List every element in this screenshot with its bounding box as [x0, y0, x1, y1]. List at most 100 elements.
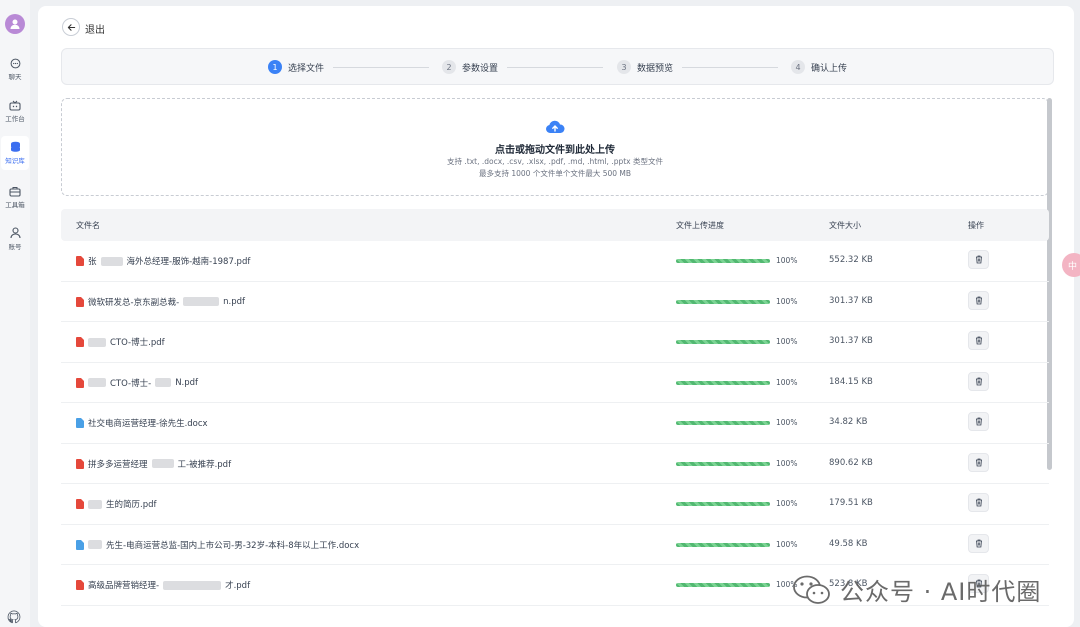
docx-file-icon [76, 418, 84, 428]
sidebar-item-chat[interactable]: 聊天 [0, 52, 30, 86]
trash-icon [975, 417, 982, 426]
file-name-part: 微软研发总-京东副总裁- [88, 297, 180, 308]
progress-bar [676, 380, 770, 385]
arrow-left-icon [67, 23, 75, 31]
step-connector [507, 67, 603, 68]
sidebar-item-account[interactable]: 账号 [0, 222, 30, 256]
main-panel: 退出 1 选择文件 2 参数设置 3 数据预览 4 确认上传 点击或拖动文件到此… [38, 6, 1074, 627]
step-2: 2 参数设置 [442, 60, 498, 74]
cloud-upload-icon [546, 120, 565, 133]
file-size: 552.32 KB [829, 255, 873, 265]
trash-icon [975, 255, 982, 264]
trash-icon [975, 458, 982, 466]
delete-button[interactable] [968, 371, 989, 391]
floating-language-badge[interactable]: 中 [1062, 253, 1080, 277]
column-header-size: 文件大小 [829, 221, 861, 230]
redacted-text [88, 337, 106, 347]
step-4: 4 确认上传 [791, 60, 847, 74]
upload-hint-types: 支持 .txt, .docx, .csv, .xlsx, .pdf, .md, … [447, 157, 663, 166]
step-number: 4 [791, 60, 805, 74]
table-header: 文件名 文件上传进度 文件大小 操作 [61, 209, 1049, 241]
sidebar-item-label: 工作台 [5, 114, 25, 123]
badge-text: 中 [1068, 261, 1078, 272]
progress-percent: 100% [776, 458, 798, 468]
chat-icon [10, 58, 20, 68]
sidebar-item-label: 聊天 [8, 72, 22, 81]
step-label: 确认上传 [811, 63, 848, 74]
redacted-text [88, 378, 106, 387]
pdf-file-icon [76, 458, 84, 469]
progress-bar [676, 259, 770, 263]
delete-button[interactable] [968, 533, 989, 553]
trash-icon [975, 336, 982, 345]
pdf-file-icon [76, 499, 84, 509]
github-icon [7, 610, 21, 624]
step-label: 数据预览 [637, 63, 674, 74]
file-name-part: 社交电商运营经理-徐先生.docx [88, 419, 208, 429]
delete-button[interactable] [968, 452, 989, 472]
progress-bar [676, 542, 770, 547]
file-name-part: CTO-博士.pdf [110, 338, 165, 348]
sidebar-item-toolbox[interactable]: 工具箱 [0, 180, 30, 214]
delete-button[interactable] [968, 250, 989, 269]
delete-button[interactable] [968, 493, 989, 512]
trash-icon [975, 296, 982, 304]
sidebar: 聊天 工作台 知识库 工具箱 账号 [0, 0, 30, 627]
file-name: 社交电商运营经理-徐先生.docx [76, 417, 208, 429]
file-name: CTO-博士- N.pdf [76, 377, 198, 389]
file-name-part: 高级品牌营销经理- [88, 581, 160, 591]
redacted-text [163, 580, 222, 590]
file-name-part: n.pdf [223, 296, 246, 307]
sidebar-item-knowledge-base[interactable]: 知识库 [1, 136, 29, 170]
delete-button[interactable] [968, 290, 989, 310]
watermark: 公众号 · AI时代圈 [792, 572, 1041, 607]
file-size: 301.37 KB [829, 295, 873, 306]
file-name: 生的简历.pdf [76, 498, 157, 510]
pdf-file-icon [76, 377, 84, 388]
sidebar-item-label: 知识库 [5, 157, 25, 165]
file-size: 890.62 KB [829, 457, 873, 468]
progress-bar [676, 461, 770, 466]
progress-percent: 100% [776, 539, 798, 549]
sidebar-item-label: 工具箱 [5, 200, 25, 209]
file-name: 微软研发总-京东副总裁-n.pdf [76, 296, 245, 308]
sidebar-item-workbench[interactable]: 工作台 [0, 94, 30, 128]
docx-file-icon [76, 539, 84, 550]
file-name: 拼多多运营经理 工-被推荐.pdf [76, 458, 231, 470]
table-row: 张 海外总经理-服饰-越南-1987.pdf 100% 552.32 KB [61, 241, 1049, 282]
delete-button[interactable] [968, 331, 989, 350]
step-3: 3 数据预览 [617, 60, 673, 74]
step-connector [682, 67, 778, 68]
table-row: 生的简历.pdf 100% 179.51 KB [61, 484, 1049, 525]
trash-icon [975, 539, 982, 547]
redacted-text [155, 378, 172, 387]
file-size: 179.51 KB [829, 498, 873, 508]
progress-percent: 100% [776, 418, 798, 427]
redacted-text [151, 459, 174, 468]
wechat-logo-icon [793, 575, 830, 604]
column-header-progress: 文件上传进度 [676, 221, 724, 230]
github-link[interactable] [7, 610, 21, 627]
file-name: 先生-电商运营总监-国内上市公司-男-32岁-本科-8年以上工作.docx [76, 539, 359, 551]
file-name-part: 先生-电商运营总监-国内上市公司-男-32岁-本科-8年以上工作.docx [106, 540, 360, 551]
trash-icon [975, 377, 982, 385]
avatar-user-icon [10, 19, 20, 29]
back-button[interactable] [62, 18, 80, 36]
table-row: 先生-电商运营总监-国内上市公司-男-32岁-本科-8年以上工作.docx 10… [61, 525, 1049, 565]
pdf-file-icon [76, 580, 84, 590]
table-row: CTO-博士.pdf 100% 301.37 KB [61, 322, 1049, 363]
progress-bar [676, 340, 770, 344]
table-row: 拼多多运营经理 工-被推荐.pdf 100% 890.62 KB [61, 444, 1049, 484]
step-indicator: 1 选择文件 2 参数设置 3 数据预览 4 确认上传 [61, 48, 1054, 85]
back-label[interactable]: 退出 [85, 21, 105, 36]
redacted-text [88, 540, 102, 549]
user-avatar[interactable] [5, 14, 25, 34]
upload-dropzone[interactable]: 点击或拖动文件到此处上传 支持 .txt, .docx, .csv, .xlsx… [61, 98, 1049, 196]
file-size: 301.37 KB [829, 336, 873, 346]
user-icon [9, 227, 21, 239]
delete-button[interactable] [968, 412, 989, 431]
step-number: 3 [617, 60, 631, 74]
step-label: 选择文件 [288, 63, 325, 74]
sidebar-item-label: 账号 [8, 243, 22, 251]
progress-bar [676, 421, 770, 425]
